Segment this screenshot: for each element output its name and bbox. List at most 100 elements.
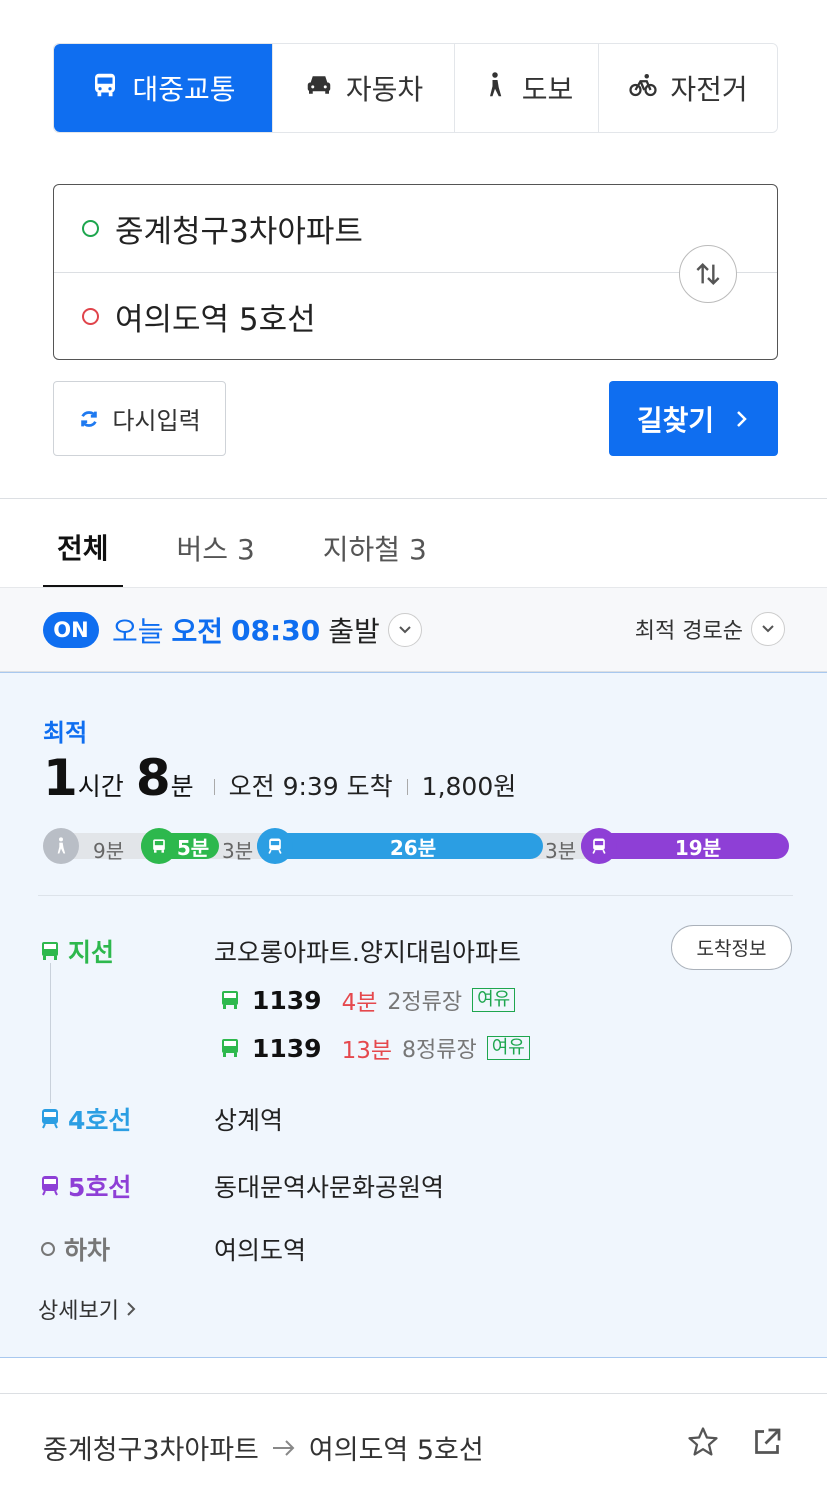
star-icon[interactable] [685, 1424, 721, 1460]
footer-destination: 여의도역 5호선 [308, 1435, 484, 1466]
crowd-badge: 여유 [472, 988, 516, 1012]
today-label: 오늘 [112, 615, 164, 648]
find-route-button[interactable]: 길찾기 [609, 381, 778, 456]
destination-value: 여의도역 5호선 [115, 301, 316, 338]
departure-time-bar: ON 오늘 오전 08:30 출발 최적 경로순 [0, 587, 827, 672]
directions-panel: 대중교통 자동차 도보 자전거 중계청구3차아파트 여의도역 5호선 다시입력 … [0, 0, 827, 1497]
separator [213, 779, 215, 795]
bus-icon [222, 1039, 238, 1057]
bus-number: 1139 [252, 1033, 322, 1063]
bus-segment-label: 5분 [176, 835, 210, 860]
walk-segment-label: 3분 [545, 839, 577, 863]
detail-link[interactable]: 상세보기 [38, 1293, 137, 1325]
step-line-name: 하차 [64, 1236, 111, 1265]
arrival-time: 오전 9:39 도착 [228, 772, 393, 801]
arrow-right-icon [272, 1439, 295, 1456]
share-icon[interactable] [749, 1424, 785, 1460]
tab-public-transit[interactable]: 대중교통 [54, 44, 272, 132]
arrival-info-button[interactable]: 도착정보 [671, 925, 792, 970]
walk-segment-label: 9분 [93, 839, 125, 863]
walk-segment-icon [43, 828, 79, 864]
result-tabs: 전체 버스 3 지하철 3 [43, 508, 441, 588]
footer-actions [685, 1424, 785, 1460]
origin-value: 중계청구3차아파트 [115, 214, 363, 250]
destination-marker-icon [82, 307, 99, 325]
subway-line4-icon [257, 828, 293, 864]
route-summary-footer: 중계청구3차아파트 여의도역 5호선 [43, 1428, 484, 1467]
divider [0, 498, 827, 499]
car-icon [304, 70, 334, 107]
sort-dropdown[interactable]: 최적 경로순 [635, 612, 785, 646]
on-toggle[interactable]: ON [43, 612, 99, 648]
ampm-label: 오전 [171, 615, 224, 648]
origin-marker-icon [82, 220, 99, 237]
step-line-name: 지선 [68, 938, 115, 967]
departure-suffix: 출발 [328, 615, 380, 648]
step-alight: 하차 [38, 1231, 110, 1267]
crowd-badge: 여유 [486, 1036, 530, 1060]
alight-circle-icon [41, 1242, 55, 1256]
bus-arrival-row: 1139 13분 8정류장 여유 [218, 1031, 530, 1065]
bus-icon [222, 991, 238, 1009]
footer-origin: 중계청구3차아파트 [43, 1435, 259, 1466]
find-route-label: 길찾기 [636, 403, 715, 437]
tab-walk[interactable]: 도보 [454, 44, 598, 132]
step-stop-name: 동대문역사문화공원역 [214, 1173, 445, 1202]
tab-label: 자동차 [345, 73, 424, 106]
separator [406, 779, 408, 795]
tab-label: 도보 [521, 73, 574, 106]
tab-label: 대중교통 [132, 73, 236, 106]
step-line-4: 4호선 [38, 1101, 131, 1137]
route-timeline-line [50, 963, 51, 1103]
bus-number: 1139 [252, 985, 322, 1015]
hours-unit: 시간 [77, 772, 124, 801]
bus-arrival-minutes: 4분 [341, 990, 378, 1016]
divider [38, 895, 793, 896]
bicycle-icon [628, 70, 658, 107]
tab-car[interactable]: 자동차 [272, 44, 454, 132]
transport-mode-tabs: 대중교통 자동차 도보 자전거 [53, 43, 778, 133]
route-summary: 1 시간 8 분 오전 9:39 도착 1,800원 [43, 749, 516, 807]
bus-icon [42, 942, 58, 960]
route-card[interactable]: 최적 1 시간 8 분 오전 9:39 도착 1,800원 9분 5분 3분 2… [0, 672, 827, 1358]
tab-all[interactable]: 전체 [43, 508, 123, 588]
bus-stops-away: 8정류장 [402, 1038, 477, 1063]
chevron-right-icon [127, 1302, 136, 1316]
bus-arrival-row: 1139 4분 2정류장 여유 [218, 983, 516, 1017]
step-line-name: 5호선 [68, 1173, 132, 1202]
best-route-tag: 최적 [43, 719, 88, 747]
route-search-box: 중계청구3차아파트 여의도역 5호선 [53, 184, 778, 360]
departure-time-selector[interactable]: 오늘 오전 08:30 출발 [112, 610, 422, 650]
origin-field[interactable]: 중계청구3차아파트 [54, 185, 777, 272]
tab-bus[interactable]: 버스 3 [163, 508, 269, 588]
fare: 1,800원 [421, 772, 517, 801]
subway-line5-segment-label: 19분 [674, 835, 722, 860]
step-line-bus: 지선 [38, 933, 114, 969]
chevron-down-icon [387, 613, 422, 647]
sort-label: 최적 경로순 [634, 619, 743, 644]
tab-bicycle[interactable]: 자전거 [598, 44, 777, 132]
refresh-icon [81, 410, 98, 427]
duration-hours: 1 [43, 749, 78, 807]
step-stop-name: 상계역 [214, 1106, 284, 1135]
detail-label: 상세보기 [38, 1299, 119, 1324]
duration-minutes: 8 [135, 749, 171, 807]
subway-line4-segment: 26분 [257, 833, 543, 860]
bus-segment-icon [141, 828, 177, 864]
bus-arrival-minutes: 13분 [341, 1038, 393, 1064]
subway-line4-segment-label: 26분 [389, 835, 437, 860]
destination-field[interactable]: 여의도역 5호선 [54, 272, 777, 359]
swap-button[interactable] [679, 245, 737, 303]
walk-icon [480, 70, 510, 107]
reset-label: 다시입력 [112, 407, 201, 435]
minutes-unit: 분 [170, 772, 194, 801]
chevron-down-icon [751, 612, 785, 646]
tab-subway[interactable]: 지하철 3 [309, 508, 441, 588]
step-line-name: 4호선 [68, 1106, 132, 1135]
bus-icon [90, 70, 120, 107]
divider [0, 1393, 827, 1394]
subway-line5-icon [581, 828, 617, 864]
reset-button[interactable]: 다시입력 [53, 381, 226, 456]
step-stop-name: 코오롱아파트.양지대림아파트 [214, 938, 521, 967]
route-segment-bar: 9분 5분 3분 26분 3분 19분 [43, 828, 789, 864]
